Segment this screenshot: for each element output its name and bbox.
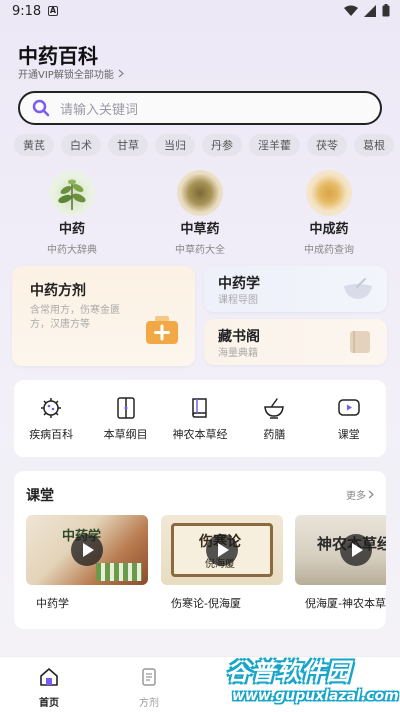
tool-shennong-classic[interactable]: 神农本草经 (167, 396, 233, 442)
notification-icon: A (48, 6, 58, 16)
course-title: 倪海厦-神农本草 (305, 597, 386, 610)
category-title: 中药 (58, 222, 85, 237)
tag-chip[interactable]: 黄芪 (14, 134, 54, 156)
bowl-icon (344, 278, 372, 299)
virus-icon (41, 397, 62, 418)
card-title: 中药学 (218, 276, 260, 292)
watermark-url: www.gupuxlazal.com (232, 688, 399, 704)
formula-card[interactable]: 中药方剂 含常用方，伤寒金匮方，汉唐方等 (12, 266, 195, 366)
classroom-section: 课堂 更多 中药学 中药学 伤寒论 倪海厦 伤寒论-倪海厦 神农本草经 倪海厦-… (14, 471, 386, 629)
card-subtitle: 海量典籍 (218, 348, 258, 359)
course-card[interactable]: 神农本草经 倪海厦-神农本草 (295, 515, 386, 611)
nav-formula[interactable]: 方剂 (119, 667, 179, 709)
book-icon (192, 397, 207, 418)
home-icon (40, 668, 58, 686)
herb-bowl-icon (177, 170, 223, 216)
chevron-right-icon (368, 490, 374, 499)
tool-disease-encyclopedia[interactable]: 疾病百科 (18, 396, 84, 442)
category-herb[interactable]: 中药 中药大辞典 (17, 170, 127, 256)
category-subtitle: 中药大辞典 (47, 245, 97, 256)
course-thumbnail: 中药学 (26, 515, 148, 585)
vip-link-label: 开通VIP解锁全部功能 (18, 70, 114, 81)
hot-tags: 黄芪 白术 甘草 当归 丹参 淫羊藿 茯苓 葛根 (14, 134, 394, 156)
watermark-title: 谷普软件园 (226, 658, 351, 686)
document-icon (142, 668, 156, 686)
tag-chip[interactable]: 丹参 (202, 134, 242, 156)
tag-chip[interactable]: 甘草 (108, 134, 148, 156)
herb-jars-decoration (96, 563, 142, 581)
tag-chip[interactable]: 茯苓 (307, 134, 347, 156)
library-card[interactable]: 藏书阁 海量典籍 (204, 319, 387, 365)
pill-dish-icon (306, 170, 352, 216)
tool-compendium-materia-medica[interactable]: 本草纲目 (93, 396, 159, 442)
section-title: 课堂 (26, 488, 54, 504)
vip-unlock-link[interactable]: 开通VIP解锁全部功能 (18, 66, 124, 81)
course-card[interactable]: 中药学 中药学 (26, 515, 148, 611)
play-screen-icon (338, 398, 360, 416)
course-title: 中药学 (36, 597, 69, 610)
category-title: 中草药 (180, 222, 220, 237)
category-herbal-medicine[interactable]: 中草药 中草药大全 (145, 170, 255, 256)
search-input[interactable]: 请输入关键词 (18, 91, 382, 125)
page-title: 中药百科 (18, 44, 98, 68)
status-bar: 9:18 A (0, 0, 400, 26)
card-description: 含常用方，伤寒金匮方，汉唐方等 (30, 305, 120, 330)
tool-medicinal-diet[interactable]: 药膳 (241, 396, 307, 442)
nav-home[interactable]: 首页 (19, 667, 79, 709)
search-placeholder: 请输入关键词 (60, 102, 139, 118)
chevron-right-icon (118, 69, 124, 78)
tool-label: 疾病百科 (29, 427, 74, 441)
play-icon (71, 534, 103, 566)
tool-classroom[interactable]: 课堂 (316, 396, 382, 442)
watermark-logo: 谷普软件园 www.gupuxlazal.com (222, 652, 400, 712)
wifi-icon (344, 5, 358, 16)
course-title: 伤寒论-倪海厦 (171, 597, 241, 610)
more-label: 更多 (346, 491, 366, 502)
category-subtitle: 中草药大全 (175, 245, 225, 256)
course-card[interactable]: 伤寒论 倪海厦 伤寒论-倪海厦 (161, 515, 283, 611)
category-patent-medicine[interactable]: 中成药 中成药查询 (274, 170, 384, 256)
book-open-icon (116, 396, 135, 419)
tool-label: 神农本草经 (172, 427, 228, 441)
nav-label: 方剂 (139, 698, 159, 709)
status-time: 9:18 (12, 4, 42, 19)
tag-chip[interactable]: 淫羊藿 (249, 134, 300, 156)
tag-chip[interactable]: 当归 (155, 134, 195, 156)
card-subtitle: 课程导图 (218, 295, 258, 306)
tool-label: 课堂 (337, 427, 360, 441)
category-title: 中成药 (309, 222, 349, 237)
play-icon (206, 534, 238, 566)
nav-label: 首页 (39, 698, 59, 709)
category-subtitle: 中成药查询 (304, 245, 354, 256)
tool-grid: 疾病百科 本草纲目 神农本草经 药膳 课堂 (14, 380, 386, 457)
card-title: 藏书阁 (218, 329, 260, 345)
play-icon (340, 534, 372, 566)
card-title: 中药方剂 (30, 283, 86, 299)
more-link[interactable]: 更多 (346, 487, 374, 502)
book-icon (350, 331, 370, 353)
course-thumbnail: 神农本草经 (295, 515, 386, 585)
tag-chip[interactable]: 白术 (61, 134, 101, 156)
signal-icon (364, 4, 376, 17)
herb-plant-icon (49, 170, 95, 216)
tag-chip[interactable]: 葛根 (354, 134, 394, 156)
battery-icon (382, 4, 390, 17)
tool-label: 药膳 (263, 427, 286, 441)
course-thumbnail: 伤寒论 倪海厦 (161, 515, 283, 585)
medicine-kit-icon (146, 316, 178, 344)
mortar-icon (264, 397, 285, 419)
tool-label: 本草纲目 (103, 427, 148, 441)
search-icon (32, 99, 50, 117)
study-card[interactable]: 中药学 课程导图 (204, 266, 387, 312)
